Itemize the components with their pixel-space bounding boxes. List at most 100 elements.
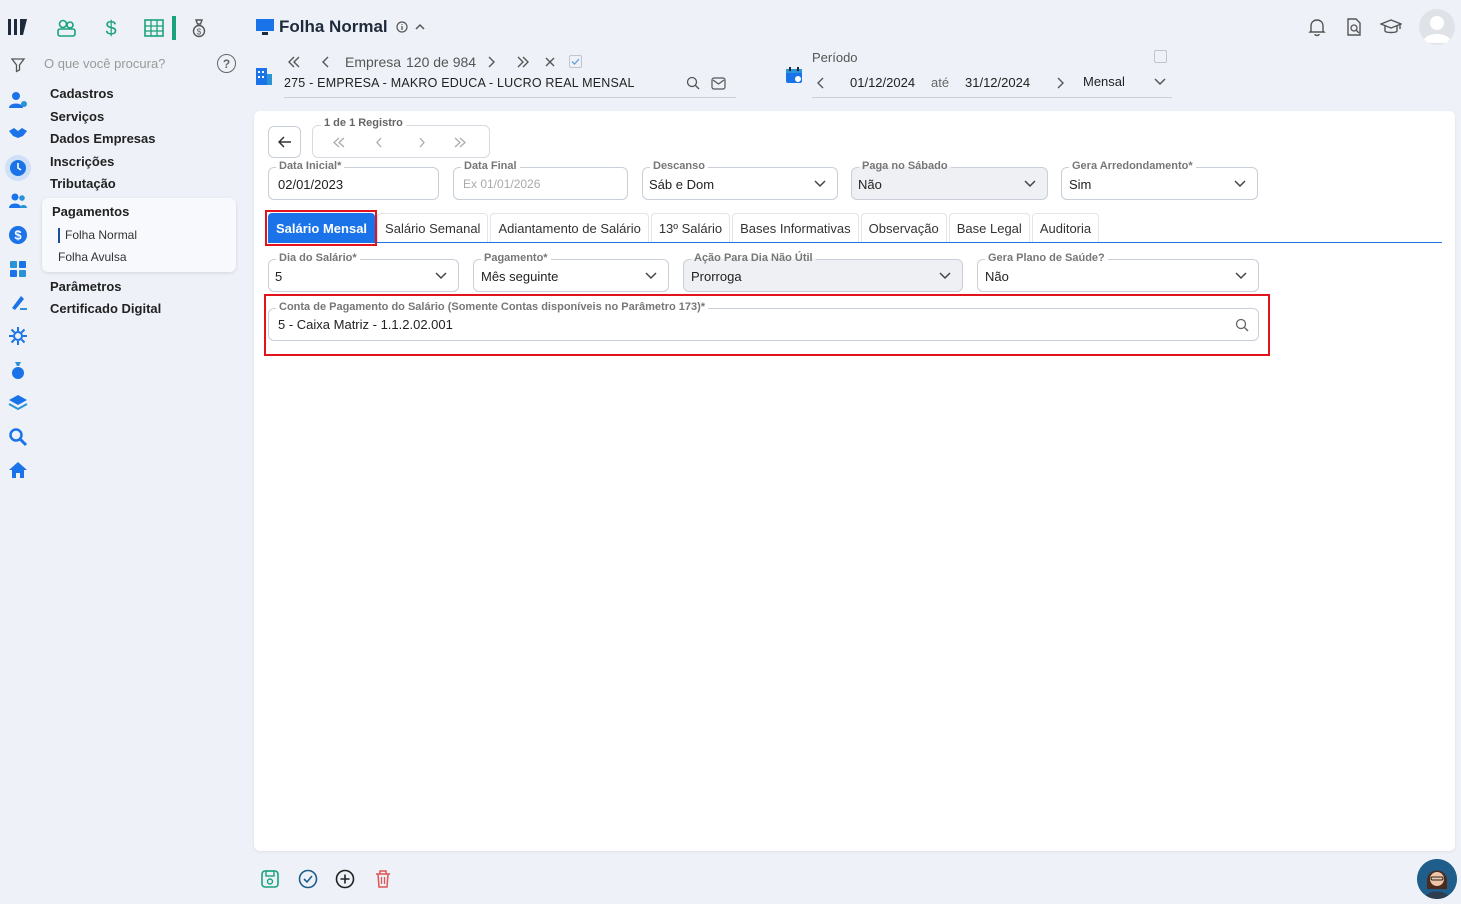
first-record-icon[interactable]: [332, 137, 346, 148]
period-start-date[interactable]: 01/12/2024: [850, 75, 915, 90]
next-period-icon[interactable]: [1055, 77, 1065, 89]
signature-icon[interactable]: [7, 291, 29, 313]
descanso-value: Sáb e Dom: [649, 177, 715, 192]
back-button[interactable]: [268, 126, 301, 158]
gera-arredondamento-value: Sim: [1069, 177, 1092, 192]
tab-bar: Salário Mensal Salário Semanal Adiantame…: [268, 213, 1101, 243]
menu-item-dados-empresas[interactable]: Dados Empresas: [50, 131, 156, 146]
tab-bases-informativas[interactable]: Bases Informativas: [732, 213, 859, 243]
first-company-icon[interactable]: [287, 56, 301, 68]
chevron-down-icon: [434, 270, 448, 282]
menu-item-cadastros[interactable]: Cadastros: [50, 86, 114, 101]
info-icon[interactable]: [396, 21, 408, 33]
user-avatar[interactable]: [1419, 9, 1455, 45]
svg-text:$: $: [14, 228, 22, 243]
company-name[interactable]: 275 - EMPRESA - MAKRO EDUCA - LUCRO REAL…: [284, 76, 635, 90]
menu-item-servicos[interactable]: Serviços: [50, 109, 104, 124]
data-inicial-label: Data Inicial*: [276, 159, 345, 173]
tab-adiantamento-salario[interactable]: Adiantamento de Salário: [490, 213, 649, 243]
period-checkbox[interactable]: [1154, 50, 1167, 63]
add-icon[interactable]: [334, 868, 356, 890]
tab-base-legal[interactable]: Base Legal: [948, 213, 1030, 243]
document-search-icon[interactable]: [1343, 16, 1365, 38]
menu-item-parametros[interactable]: Parâmetros: [50, 279, 122, 294]
clock-icon[interactable]: [5, 155, 31, 181]
submenu-item-folha-avulsa[interactable]: Folha Avulsa: [58, 250, 127, 264]
confirm-icon[interactable]: [297, 868, 319, 890]
menu-item-certificado-digital[interactable]: Certificado Digital: [50, 301, 161, 316]
company-search-icon[interactable]: [686, 76, 700, 90]
logo-icon[interactable]: [7, 16, 29, 38]
chevron-down-icon: [644, 270, 658, 282]
people-module-icon[interactable]: [54, 16, 78, 40]
gera-plano-saude-select[interactable]: Gera Plano de Saúde? Não: [977, 251, 1259, 292]
paga-sabado-value: Não: [858, 177, 882, 192]
moneybag-module-icon[interactable]: $: [187, 16, 211, 40]
chevron-down-icon: [1023, 178, 1037, 190]
home-icon[interactable]: [7, 459, 29, 481]
last-record-icon[interactable]: [453, 137, 467, 148]
acao-dia-nao-util-select[interactable]: Ação Para Dia Não Útil Prorroga: [683, 251, 963, 292]
dia-salario-select[interactable]: Dia do Salário* 5: [268, 251, 459, 292]
gera-plano-saude-value: Não: [985, 269, 1009, 284]
building-icon: [255, 66, 273, 86]
menu-search-input[interactable]: O que você procura?: [44, 56, 165, 71]
gera-arredondamento-select[interactable]: Gera Arredondamento* Sim: [1061, 159, 1258, 200]
acao-dia-nao-util-label: Ação Para Dia Não Útil: [691, 251, 816, 265]
data-final-field[interactable]: Data Final Ex 01/01/2026: [453, 159, 628, 200]
next-company-icon[interactable]: [486, 56, 496, 68]
money-bag-icon[interactable]: [7, 359, 29, 381]
paga-sabado-label: Paga no Sábado: [859, 159, 951, 173]
period-end-date[interactable]: 31/12/2024: [965, 75, 1030, 90]
tab-observacao[interactable]: Observação: [860, 213, 947, 243]
calculator-icon[interactable]: [7, 258, 29, 280]
svg-text:$: $: [105, 18, 116, 39]
handshake-icon[interactable]: [7, 122, 29, 144]
menu-item-inscricoes[interactable]: Inscrições: [50, 154, 114, 169]
company-counter-prefix: Empresa: [345, 54, 402, 70]
pagamento-select[interactable]: Pagamento* Mês seguinte: [473, 251, 669, 292]
select-company-checkbox[interactable]: [569, 55, 582, 68]
bell-icon[interactable]: [1306, 16, 1328, 38]
network-icon[interactable]: [7, 325, 29, 347]
next-record-icon[interactable]: [418, 137, 426, 148]
layers-icon[interactable]: [7, 392, 29, 414]
prev-period-icon[interactable]: [816, 77, 826, 89]
mail-icon[interactable]: [711, 77, 726, 90]
data-inicial-field[interactable]: Data Inicial* 02/01/2023: [268, 159, 439, 200]
menu-item-pagamentos[interactable]: Pagamentos: [52, 204, 129, 219]
trash-icon[interactable]: [372, 868, 394, 890]
dia-salario-value: 5: [275, 269, 283, 284]
save-icon[interactable]: [259, 868, 281, 890]
last-company-icon[interactable]: [516, 56, 530, 68]
help-icon[interactable]: ?: [217, 54, 236, 73]
search-icon[interactable]: [7, 426, 29, 448]
data-final-placeholder: Ex 01/01/2026: [463, 177, 541, 191]
prev-company-icon[interactable]: [321, 56, 331, 68]
pagamento-value: Mês seguinte: [481, 269, 559, 284]
graduation-cap-icon[interactable]: [1380, 16, 1402, 38]
prev-record-icon[interactable]: [375, 137, 383, 148]
users-icon[interactable]: [7, 190, 29, 212]
submenu-item-folha-normal[interactable]: Folha Normal: [65, 228, 137, 242]
menu-item-tributacao[interactable]: Tributação: [50, 176, 116, 191]
period-type-select[interactable]: Mensal: [1083, 74, 1125, 89]
filter-icon[interactable]: [7, 54, 29, 76]
dollar-circle-icon[interactable]: $: [7, 224, 29, 246]
company-counter: 120 de 984: [406, 54, 477, 70]
tab-13-salario[interactable]: 13º Salário: [650, 213, 731, 243]
close-icon[interactable]: [544, 56, 556, 68]
chevron-down-icon[interactable]: [1153, 76, 1167, 88]
descanso-select[interactable]: Descanso Sáb e Dom: [642, 159, 838, 200]
chevron-up-icon[interactable]: [414, 21, 426, 33]
user-register-icon[interactable]: [7, 89, 29, 111]
calendar-icon[interactable]: [785, 66, 803, 84]
company-field-underline: [284, 97, 736, 98]
tab-salario-semanal[interactable]: Salário Semanal: [377, 213, 489, 243]
assistant-avatar[interactable]: [1417, 859, 1457, 899]
tab-auditoria[interactable]: Auditoria: [1031, 213, 1100, 243]
paga-sabado-select[interactable]: Paga no Sábado Não: [851, 159, 1048, 200]
period-label: Período: [812, 50, 858, 65]
spreadsheet-module-icon[interactable]: [142, 16, 166, 40]
dollar-module-icon[interactable]: $: [99, 16, 123, 40]
